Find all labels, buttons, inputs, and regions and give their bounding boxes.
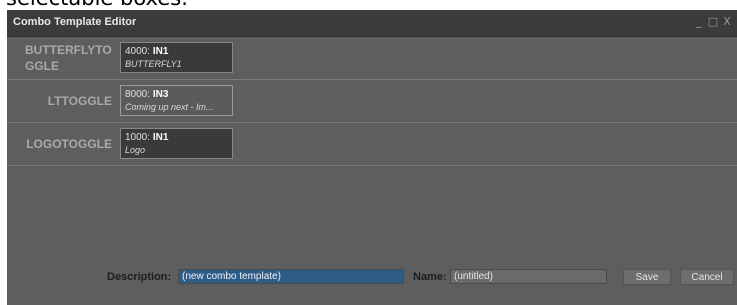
title-bar: Combo Template Editor _ □ X — [7, 10, 737, 37]
slot-header: 1000: IN1 — [125, 131, 228, 144]
maximize-icon[interactable]: □ — [707, 15, 719, 28]
combo-template-editor-window: Combo Template Editor _ □ X BUTTERFLYTOG… — [7, 10, 737, 305]
cancel-button[interactable]: Cancel — [680, 269, 734, 285]
toggle-row: LTTOGGLE 8000: IN3 Coming up next - Im..… — [7, 80, 737, 123]
slot-header: 4000: IN1 — [125, 45, 228, 58]
close-icon[interactable]: X — [721, 15, 733, 28]
slot-input: IN1 — [152, 132, 169, 143]
slot-subtitle: Coming up next - Im... — [125, 102, 214, 112]
row-label: LTTOGGLE — [47, 94, 112, 108]
slot-number: 1000: — [125, 132, 151, 143]
window-controls: _ □ X — [693, 15, 733, 28]
input-slot-box[interactable]: 8000: IN3 Coming up next - Im... — [120, 85, 233, 116]
slot-input: IN3 — [152, 89, 169, 100]
cropped-caption-text: selectable boxes. — [0, 0, 737, 10]
slot-number: 8000: — [125, 89, 151, 100]
input-slot-box[interactable]: 1000: IN1 Logo — [120, 128, 233, 159]
slot-header: 8000: IN3 — [125, 88, 228, 101]
footer-bar: Description: (new combo template) Name: … — [7, 266, 737, 305]
name-label: Name: — [413, 271, 447, 283]
name-input[interactable]: (untitled) — [450, 269, 607, 284]
input-slot-box[interactable]: 4000: IN1 BUTTERFLY1 — [120, 42, 233, 73]
toggle-row: BUTTERFLYTOGGLE 4000: IN1 BUTTERFLY1 — [7, 37, 737, 80]
toggle-row: LOGOTOGGLE 1000: IN1 Logo — [7, 123, 737, 166]
row-label: LOGOTOGGLE — [26, 137, 112, 151]
caption-label: selectable boxes. — [6, 0, 188, 10]
window-title: Combo Template Editor — [13, 16, 137, 28]
row-label: BUTTERFLYTOGGLE — [25, 43, 112, 73]
slot-input: IN1 — [152, 46, 169, 57]
slot-subtitle: Logo — [125, 145, 146, 155]
description-label: Description: — [107, 271, 172, 283]
minimize-icon[interactable]: _ — [693, 15, 705, 28]
slot-number: 4000: — [125, 46, 151, 57]
save-button[interactable]: Save — [623, 269, 671, 285]
description-input[interactable]: (new combo template) — [178, 269, 404, 284]
slot-subtitle: BUTTERFLY1 — [125, 59, 182, 69]
